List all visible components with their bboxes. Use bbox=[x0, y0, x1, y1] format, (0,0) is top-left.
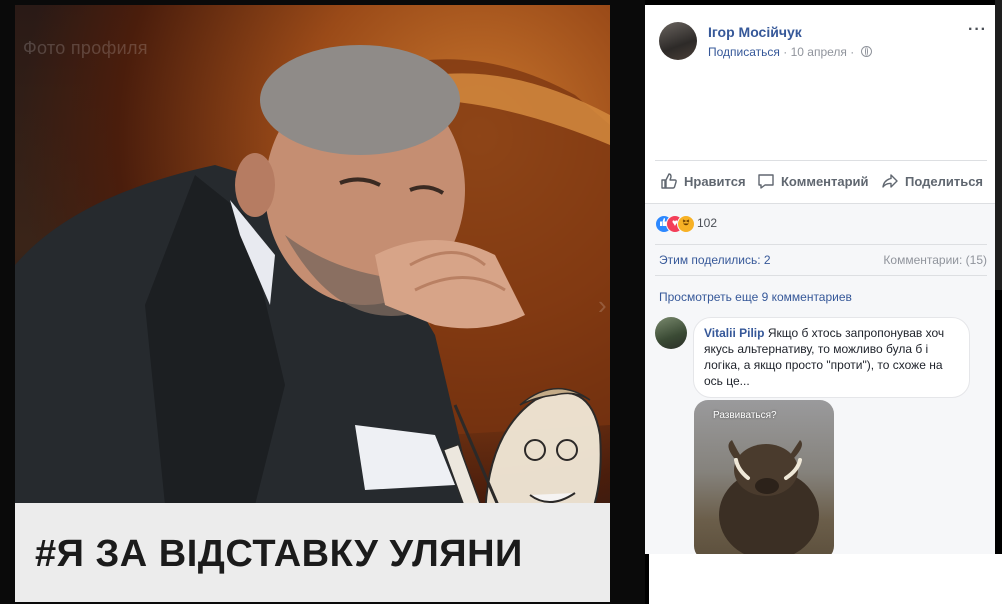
comment-button[interactable]: Комментарий bbox=[757, 161, 869, 203]
author-name[interactable]: Ігор Мосійчук bbox=[708, 24, 802, 40]
profile-photo[interactable]: Фото профиля #Я ЗА ВІДСТАВКУ УЛЯНИ bbox=[15, 5, 610, 602]
comment-image-caption: Развиваться? bbox=[713, 410, 777, 421]
reactions-count[interactable]: 102 bbox=[697, 216, 717, 230]
shares-count-link[interactable]: Этим поделились: 2 bbox=[659, 245, 771, 275]
photo-banner: #Я ЗА ВІДСТАВКУ УЛЯНИ bbox=[15, 503, 610, 602]
meta-separator: · bbox=[783, 45, 788, 59]
photo-banner-text: #Я ЗА ВІДСТАВКУ УЛЯНИ bbox=[35, 533, 523, 575]
post-date[interactable]: 10 апреля bbox=[791, 45, 847, 59]
photo-viewer: Фото профиля #Я ЗА ВІДСТАВКУ УЛЯНИ › bbox=[0, 0, 645, 604]
share-button[interactable]: Поделиться bbox=[881, 161, 983, 203]
comment-composer-area bbox=[649, 554, 1002, 604]
meta-separator: · bbox=[850, 45, 855, 59]
scrollbar[interactable] bbox=[995, 0, 1002, 290]
comment-label: Комментарий bbox=[781, 174, 869, 189]
comments-count-link[interactable]: Комментарии: (15) bbox=[883, 245, 987, 275]
post-meta: Подписаться · 10 апреля · bbox=[708, 45, 872, 59]
comment-image[interactable]: Развиваться? bbox=[694, 400, 834, 554]
action-bar: Нравится Комментарий Поделиться bbox=[655, 160, 987, 203]
comment-bubble: Vitalii Pilip Якщо б хтось запропонував … bbox=[693, 317, 970, 398]
comment-icon bbox=[758, 174, 774, 189]
author-avatar[interactable] bbox=[659, 22, 697, 60]
warthog-picture bbox=[719, 440, 819, 554]
thumbs-up-icon bbox=[661, 173, 677, 189]
photo-watermark-label: Фото профиля bbox=[23, 38, 148, 58]
like-button[interactable]: Нравится bbox=[660, 161, 746, 203]
commenter-avatar[interactable] bbox=[655, 317, 687, 349]
post-panel: Ігор Мосійчук Подписаться · 10 апреля · … bbox=[645, 5, 995, 554]
view-more-comments-link[interactable]: Просмотреть еще 9 комментариев bbox=[659, 290, 852, 304]
like-label: Нравится bbox=[684, 174, 746, 189]
next-photo-arrow-icon[interactable]: › bbox=[598, 290, 607, 321]
more-options-icon[interactable]: ··· bbox=[968, 21, 987, 39]
share-label: Поделиться bbox=[905, 174, 984, 189]
haha-reaction-icon bbox=[677, 215, 695, 233]
share-arrow-icon bbox=[882, 174, 898, 188]
subscribe-link[interactable]: Подписаться bbox=[708, 45, 780, 59]
comments-area: ♥ 102 Этим поделились: 2 Комментарии: (1… bbox=[645, 203, 995, 554]
comment-author[interactable]: Vitalii Pilip bbox=[704, 326, 764, 340]
stats-row: Этим поделились: 2 Комментарии: (15) bbox=[655, 244, 987, 276]
globe-icon bbox=[860, 46, 872, 57]
